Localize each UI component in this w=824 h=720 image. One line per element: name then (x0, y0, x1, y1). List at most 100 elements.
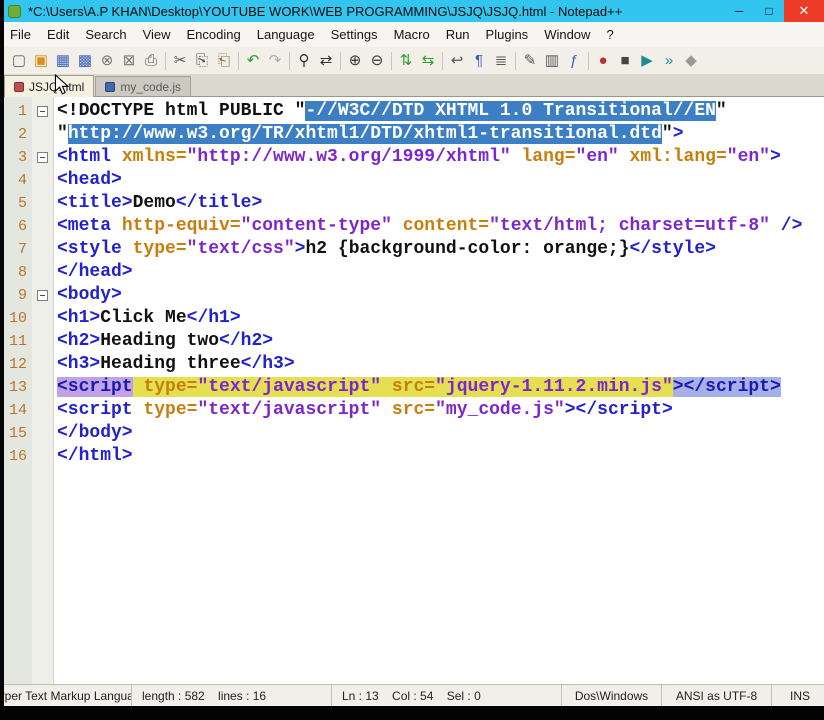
code-line-5[interactable]: <title>Demo</title> (57, 192, 824, 215)
code-line-1[interactable]: <!DOCTYPE html PUBLIC "-//W3C//DTD XHTML… (57, 100, 824, 123)
saved-file-icon (105, 81, 116, 92)
code-line-15[interactable]: </body> (57, 422, 824, 445)
stop-record-icon[interactable]: ■ (615, 51, 635, 71)
fold-cell (32, 146, 53, 169)
save-all-icon[interactable]: ▩ (75, 51, 95, 71)
code-token: src= (391, 400, 436, 420)
toolbar-separator (515, 51, 516, 70)
open-file-icon[interactable]: ▣ (31, 51, 51, 71)
window-title: *C:\Users\A.P KHAN\Desktop\YOUTUBE WORK\… (28, 3, 623, 19)
code-token: <head> (57, 170, 122, 190)
code-line-7[interactable]: <style type="text/css">h2 {background-co… (57, 238, 824, 261)
minimize-button[interactable]: ─ (724, 0, 754, 22)
run-macro-multiple-icon[interactable]: » (659, 51, 679, 71)
notepadpp-icon (8, 4, 21, 18)
playback-macro-icon[interactable]: ▶ (637, 51, 657, 71)
code-token: src= (391, 377, 436, 397)
status-encoding[interactable]: ANSI as UTF-8 (662, 685, 772, 706)
menu-item-encoding[interactable]: Encoding (179, 23, 249, 46)
redo-icon[interactable]: ↷ (265, 51, 285, 71)
code-line-8[interactable]: </head> (57, 261, 824, 284)
menu-item-settings[interactable]: Settings (323, 23, 386, 46)
code-token: xmlns= (121, 147, 187, 167)
save-icon[interactable]: ▦ (53, 51, 73, 71)
status-eol-format[interactable]: Dos\Windows (562, 685, 662, 706)
sync-horizontal-icon[interactable]: ⇆ (418, 51, 438, 71)
code-line-11[interactable]: <h2>Heading two</h2> (57, 330, 824, 353)
code-token: http-equiv= (121, 216, 241, 236)
record-macro-icon[interactable]: ● (593, 51, 613, 71)
cut-icon[interactable]: ✂ (170, 51, 190, 71)
tab-my_code-js[interactable]: my_code.js (95, 76, 192, 96)
indent-guide-icon[interactable]: ≣ (491, 51, 511, 71)
maximize-button[interactable]: □ (754, 0, 784, 22)
line-number: 9 (17, 287, 27, 304)
code-line-16[interactable]: </html> (57, 445, 824, 468)
line-number: 16 (8, 448, 27, 465)
code-line-9[interactable]: <body> (57, 284, 824, 307)
word-wrap-icon[interactable]: ↩ (447, 51, 467, 71)
status-cursor-position: Ln : 13 Col : 54 Sel : 0 (332, 685, 562, 706)
code-area[interactable]: <!DOCTYPE html PUBLIC "-//W3C//DTD XHTML… (54, 97, 824, 684)
line-number: 10 (8, 310, 27, 327)
tab-JSJQ-html[interactable]: JSJQ.html (4, 75, 95, 97)
undo-icon[interactable]: ↶ (243, 51, 263, 71)
paste-icon[interactable]: ⎗ (214, 51, 234, 71)
function-list-icon[interactable]: ƒ (564, 51, 584, 71)
toolbar-separator (165, 51, 166, 70)
title-bar[interactable]: *C:\Users\A.P KHAN\Desktop\YOUTUBE WORK\… (0, 0, 824, 22)
code-line-2[interactable]: "http://www.w3.org/TR/xhtml1/DTD/xhtml1-… (57, 123, 824, 146)
line-number: 7 (17, 241, 27, 258)
code-token: <h3> (57, 354, 101, 374)
code-token: "text/css" (186, 239, 295, 259)
print-icon[interactable]: ⎙ (141, 51, 161, 71)
copy-icon[interactable]: ⎘ (192, 51, 212, 71)
fold-cell (32, 284, 53, 307)
show-all-characters-icon[interactable]: ¶ (469, 51, 489, 71)
menu-item-window[interactable]: Window (536, 23, 598, 46)
fold-cell (32, 192, 53, 215)
close-button[interactable]: ✕ (784, 0, 824, 22)
code-token: <script (57, 400, 144, 420)
menu-item-macro[interactable]: Macro (386, 23, 438, 46)
menu-item-search[interactable]: Search (77, 23, 134, 46)
code-line-13[interactable]: <script type="text/javascript" src="jque… (57, 376, 824, 399)
fold-collapse-button[interactable] (37, 152, 48, 163)
code-token: <style (57, 239, 133, 259)
sync-vertical-icon[interactable]: ⇅ (396, 51, 416, 71)
code-line-6[interactable]: <meta http-equiv="content-type" content=… (57, 215, 824, 238)
menu-item-run[interactable]: Run (438, 23, 478, 46)
code-line-4[interactable]: <head> (57, 169, 824, 192)
menu-item-file[interactable]: File (2, 23, 39, 46)
save-macro-icon[interactable]: ◆ (681, 51, 701, 71)
code-line-14[interactable]: <script type="text/javascript" src="my_c… (57, 399, 824, 422)
code-token: content= (402, 216, 490, 236)
menu-item-plugins[interactable]: Plugins (478, 23, 537, 46)
fold-cell (32, 399, 53, 422)
code-line-10[interactable]: <h1>Click Me</h1> (57, 307, 824, 330)
new-file-icon[interactable]: ▢ (9, 51, 29, 71)
status-typing-mode[interactable]: INS (772, 685, 824, 706)
fold-collapse-button[interactable] (37, 106, 48, 117)
close-file-icon[interactable]: ⊗ (97, 51, 117, 71)
code-token: "content-type" (240, 216, 392, 236)
window-border-left (0, 0, 4, 706)
fold-collapse-button[interactable] (37, 290, 48, 301)
close-all-icon[interactable]: ⊠ (119, 51, 139, 71)
code-token: <!DOCTYPE html PUBLIC " (57, 101, 306, 121)
status-length-lines: length : 582 lines : 16 (132, 685, 332, 706)
user-language-icon[interactable]: ✎ (520, 51, 540, 71)
code-token: <script (57, 377, 133, 397)
menu-item-edit[interactable]: Edit (39, 23, 77, 46)
code-line-12[interactable]: <h3>Heading three</h3> (57, 353, 824, 376)
replace-icon[interactable]: ⇄ (316, 51, 336, 71)
menu-item-help[interactable]: ? (598, 23, 621, 46)
menu-item-view[interactable]: View (135, 23, 179, 46)
find-icon[interactable]: ⚲ (294, 51, 314, 71)
code-line-3[interactable]: <html xmlns="http://www.w3.org/1999/xhtm… (57, 146, 824, 169)
menu-item-language[interactable]: Language (249, 23, 323, 46)
zoom-in-icon[interactable]: ⊕ (345, 51, 365, 71)
zoom-out-icon[interactable]: ⊖ (367, 51, 387, 71)
document-map-icon[interactable]: ▥ (542, 51, 562, 71)
